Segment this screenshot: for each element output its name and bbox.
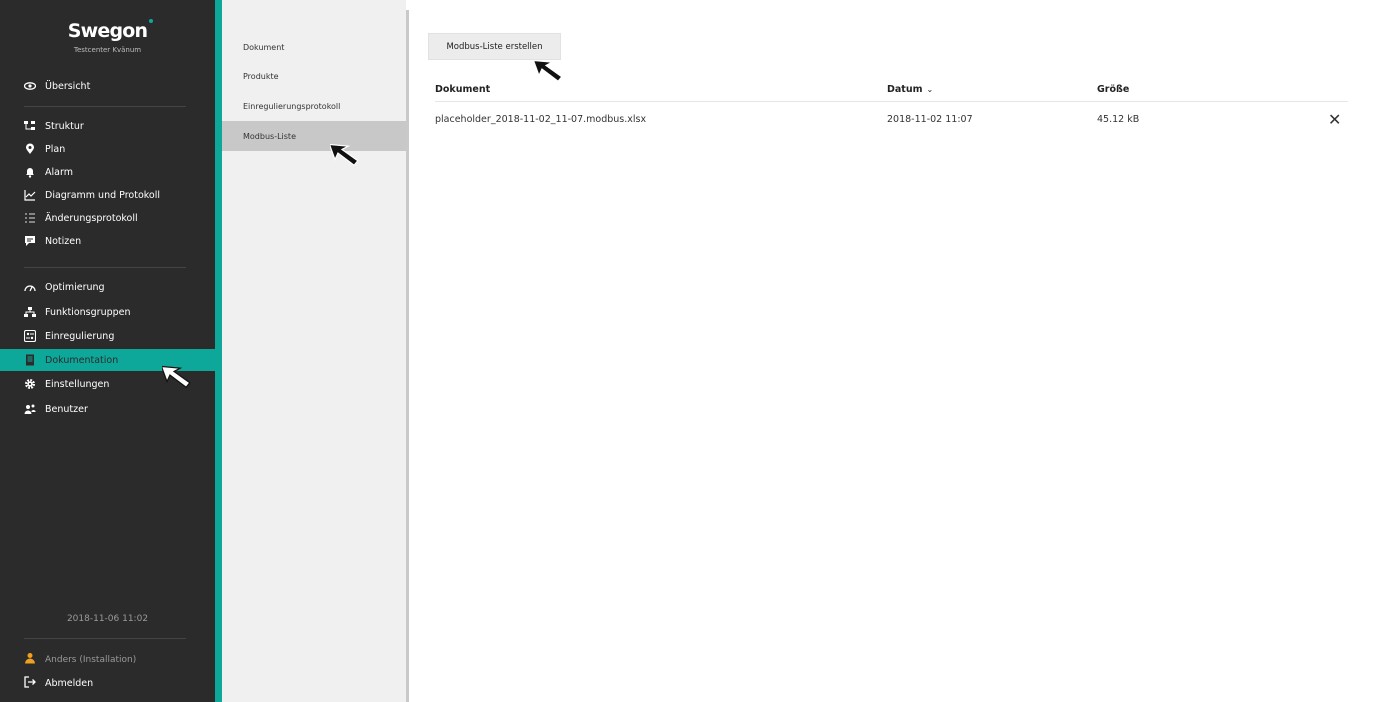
structure-icon (24, 120, 36, 132)
logout-label: Abmelden (45, 678, 94, 689)
logout-icon (24, 676, 36, 691)
table-row[interactable]: placeholder_2018-11-02_11-07.modbus.xlsx… (435, 110, 1348, 132)
sidebar-item-einregulierung[interactable]: Einregulierung (0, 325, 215, 347)
sidebar-item-label: Plan (45, 143, 66, 155)
subnav-item-einregulierungsprotokoll[interactable]: Einregulierungsprotokoll (222, 91, 406, 121)
bell-icon (24, 166, 36, 178)
sidebar-accent-bar (215, 0, 222, 702)
sidebar-item-optimierung[interactable]: Optimierung (0, 276, 215, 298)
cursor-arrow-icon (534, 59, 563, 83)
subnav-item-modbus-liste[interactable]: Modbus-Liste (222, 121, 406, 151)
sidebar-item-label: Dokumentation (45, 354, 119, 366)
current-user[interactable]: Anders (Installation) (24, 652, 136, 667)
sidebar-item-label: Funktionsgruppen (45, 306, 131, 318)
gear-icon (24, 378, 36, 390)
sub-navigation: Dokument Produkte Einregulierungsprotoko… (222, 0, 406, 702)
site-name: Testcenter Kvänum (73, 46, 142, 54)
sidebar-item-label: Übersicht (45, 80, 91, 92)
subnav-item-label: Modbus-Liste (243, 131, 296, 141)
column-header-size[interactable]: Größe (1097, 84, 1129, 95)
current-user-label: Anders (Installation) (45, 654, 137, 665)
cursor-arrow-icon (162, 365, 191, 389)
column-header-document[interactable]: Dokument (435, 84, 490, 95)
sidebar-divider (24, 106, 186, 107)
subnav-item-label: Einregulierungsprotokoll (243, 101, 341, 111)
sidebar-item-label: Diagramm und Protokoll (45, 189, 161, 201)
main-sidebar: Swegon Testcenter Kvänum Übersicht Struk… (0, 0, 222, 702)
chart-line-icon (24, 189, 36, 201)
document-date: 2018-11-02 11:07 (887, 114, 973, 125)
subnav-item-dokument[interactable]: Dokument (222, 32, 406, 62)
main-content: Modbus-Liste erstellen Dokument Datum ⌄ G… (409, 0, 1373, 702)
sidebar-item-label: Optimierung (45, 281, 105, 293)
sidebar-item-plan[interactable]: Plan (0, 138, 215, 160)
document-filename[interactable]: placeholder_2018-11-02_11-07.modbus.xlsx (435, 114, 646, 125)
sidebar-item-label: Struktur (45, 120, 84, 132)
user-icon (24, 652, 36, 667)
sidebar-item-label: Änderungsprotokoll (45, 212, 138, 224)
sidebar-item-label: Benutzer (45, 403, 88, 415)
document-icon (24, 354, 36, 366)
chevron-down-icon: ⌄ (926, 85, 934, 94)
subnav-item-label: Produkte (243, 71, 279, 81)
users-icon (24, 403, 36, 415)
column-header-date-label: Datum (887, 84, 923, 95)
eye-icon (24, 80, 36, 92)
logout-button[interactable]: Abmelden (24, 676, 93, 691)
map-pin-icon (24, 143, 36, 155)
sidebar-item-uebersicht[interactable]: Übersicht (0, 75, 215, 97)
chat-icon (24, 235, 36, 247)
sidebar-item-aenderungsprotokoll[interactable]: Änderungsprotokoll (0, 207, 215, 229)
sidebar-item-notizen[interactable]: Notizen (0, 230, 215, 252)
list-icon (24, 212, 36, 224)
subnav-item-label: Dokument (243, 42, 285, 52)
logo-dot (149, 19, 154, 23)
sidebar-item-label: Einregulierung (45, 330, 115, 342)
delete-icon[interactable]: ✕ (1328, 110, 1341, 129)
sidebar-item-alarm[interactable]: Alarm (0, 161, 215, 183)
sidebar-item-label: Alarm (45, 166, 73, 178)
sidebar-item-diagramm[interactable]: Diagramm und Protokoll (0, 184, 215, 206)
swegon-logo: Swegon (68, 19, 154, 42)
sidebar-divider (24, 267, 186, 268)
sidebar-divider (24, 638, 186, 639)
sidebar-item-label: Einstellungen (45, 378, 110, 390)
sidebar-item-benutzer[interactable]: Benutzer (0, 398, 215, 420)
brand: Swegon Testcenter Kvänum (0, 19, 215, 54)
cursor-arrow-icon (330, 143, 359, 167)
balance-icon (24, 330, 36, 342)
subnav-item-produkte[interactable]: Produkte (222, 61, 406, 91)
sidebar-item-funktionsgruppen[interactable]: Funktionsgruppen (0, 301, 215, 323)
gauge-icon (24, 281, 36, 293)
hierarchy-icon (24, 306, 36, 318)
document-size: 45.12 kB (1097, 114, 1140, 125)
sidebar-item-label: Notizen (45, 235, 82, 247)
column-header-date[interactable]: Datum ⌄ (887, 84, 933, 95)
sidebar-item-struktur[interactable]: Struktur (0, 115, 215, 137)
last-update-timestamp: 2018-11-06 11:02 (66, 614, 149, 624)
